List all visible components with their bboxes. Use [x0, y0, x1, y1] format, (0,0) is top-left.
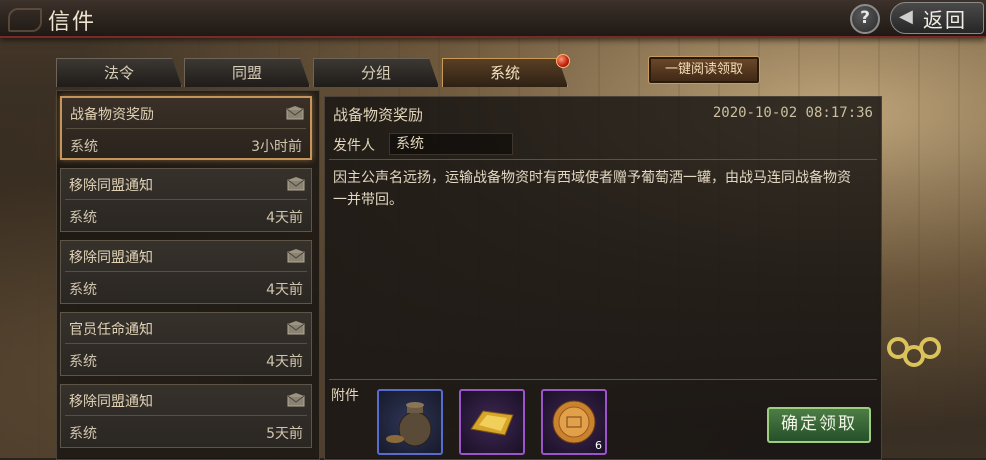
mail-item-divider — [66, 128, 306, 129]
attachments-label: 附件 — [331, 388, 359, 404]
mail-detail-date: 2020-10-02 08:17:36 — [712, 105, 873, 121]
attachment-divider — [329, 379, 877, 380]
mail-item[interactable]: 战备物资奖励 系统 3小时前 — [60, 96, 312, 160]
mail-item-sender: 系统 — [69, 210, 97, 226]
mail-item[interactable]: 官员任命通知 系统 4天前 — [60, 312, 312, 376]
envelope-icon — [286, 106, 304, 120]
gold-ingot-icon — [470, 410, 514, 436]
back-button[interactable]: ◀ 返回 — [890, 2, 984, 34]
mail-detail-panel: 战备物资奖励 2020-10-02 08:17:36 发件人 系统 因主公声名远… — [324, 96, 882, 460]
detail-divider — [329, 159, 877, 160]
mail-item-time: 4天前 — [266, 210, 303, 226]
envelope-icon — [287, 393, 305, 407]
wine-jar-icon — [386, 402, 432, 447]
envelope-icon — [287, 249, 305, 263]
mail-item-title: 移除同盟通知 — [69, 250, 153, 266]
attachment-slot[interactable] — [459, 389, 525, 455]
back-button-label: 返回 — [923, 8, 967, 32]
mail-item-sender: 系统 — [69, 282, 97, 298]
mail-item-title: 移除同盟通知 — [69, 394, 153, 410]
back-arrow-icon: ◀ — [899, 6, 913, 27]
attachment-count: 6 — [595, 439, 602, 452]
tab-group[interactable]: 分组 — [313, 58, 439, 87]
mail-item[interactable]: 移除同盟通知 系统 5天前 — [60, 384, 312, 448]
mail-detail-title: 战备物资奖励 — [333, 106, 424, 124]
confirm-claim-button[interactable]: 确定领取 — [767, 407, 871, 443]
mail-item-title: 官员任命通知 — [69, 322, 153, 338]
scroll-ornament-icon — [8, 8, 42, 32]
coin-string-decoration — [887, 337, 941, 367]
mail-item-sender: 系统 — [69, 354, 97, 370]
envelope-icon — [287, 321, 305, 335]
sender-value: 系统 — [389, 133, 513, 155]
mail-item-divider — [65, 271, 307, 272]
mail-item[interactable]: 移除同盟通知 系统 4天前 — [60, 240, 312, 304]
mail-item[interactable]: 移除同盟通知 系统 4天前 — [60, 168, 312, 232]
mail-item-divider — [65, 199, 307, 200]
attachment-slot[interactable] — [377, 389, 443, 455]
mail-item-sender: 系统 — [70, 139, 98, 155]
mail-item-time: 3小时前 — [251, 139, 302, 155]
mail-item-title: 战备物资奖励 — [70, 107, 154, 123]
sender-label: 发件人 — [333, 138, 375, 154]
window-title: 信件 — [48, 10, 97, 35]
help-button[interactable]: ? — [850, 4, 880, 34]
notification-dot-icon — [556, 54, 570, 68]
attachment-slot[interactable]: 6 — [541, 389, 607, 455]
mail-item-sender: 系统 — [69, 426, 97, 442]
envelope-icon — [287, 177, 305, 191]
mail-item-time: 5天前 — [266, 426, 303, 442]
mail-item-divider — [65, 343, 307, 344]
mail-item-time: 4天前 — [266, 282, 303, 298]
mail-body-text: 因主公声名远扬，运输战备物资时有西域使者赠予葡萄酒一罐，由战马连同战备物资一并带… — [333, 170, 851, 208]
title-bar: 信件 ? ◀ 返回 — [0, 0, 986, 38]
mail-item-time: 4天前 — [266, 354, 303, 370]
tab-alliance[interactable]: 同盟 — [184, 58, 310, 87]
mail-item-divider — [65, 415, 307, 416]
mail-item-title: 移除同盟通知 — [69, 178, 153, 194]
tab-system[interactable]: 系统 — [442, 58, 568, 87]
tab-decree[interactable]: 法令 — [56, 58, 182, 87]
read-all-claim-button[interactable]: 一键阅读领取 — [648, 56, 760, 84]
